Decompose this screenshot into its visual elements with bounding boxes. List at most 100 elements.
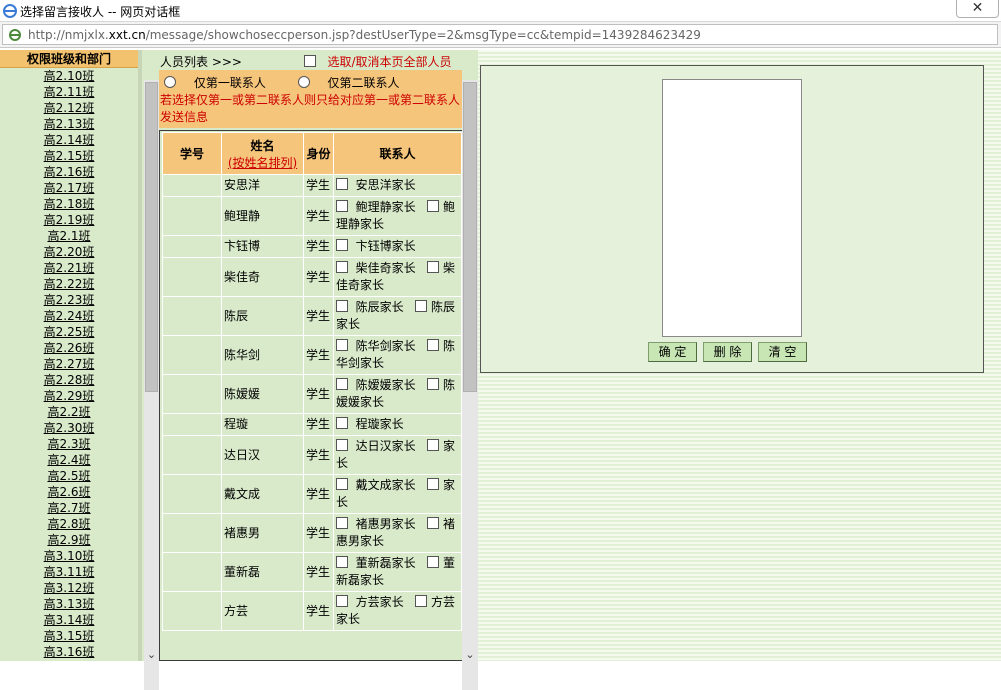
contact-checkbox[interactable] [336,239,348,251]
contact-checkbox[interactable] [427,439,440,451]
student-name-cell: 安思洋 [221,174,304,197]
class-link[interactable]: 高2.11班 [0,84,138,100]
class-link[interactable]: 高2.28班 [0,372,138,388]
contact-checkbox[interactable] [336,178,348,190]
class-link[interactable]: 高2.8班 [0,516,138,532]
class-link[interactable]: 高2.13班 [0,116,138,132]
window-title: 选择留言接收人 -- 网页对话框 [20,5,181,19]
student-name-cell: 陈嫒媛 [221,374,304,414]
class-link[interactable]: 高2.14班 [0,132,138,148]
contact-checkbox[interactable] [427,517,440,529]
col-header-id: 学号 [162,132,222,175]
class-link[interactable]: 高3.14班 [0,612,138,628]
class-link[interactable]: 高2.30班 [0,420,138,436]
class-link[interactable]: 高2.3班 [0,436,138,452]
contact-cell: 方芸家长 方芸家长 [333,591,462,631]
selected-recipients-list[interactable] [662,79,802,337]
contact-checkbox[interactable] [336,556,348,568]
class-link[interactable]: 高2.4班 [0,452,138,468]
col-header-name: 姓名 (按姓名排列) [221,132,304,175]
class-link[interactable]: 高2.16班 [0,164,138,180]
radio-first-contact-button[interactable] [164,76,176,88]
class-link[interactable]: 高3.11班 [0,564,138,580]
contact-checkbox[interactable] [427,261,440,273]
radio-first-contact[interactable]: 仅第一联系人 [164,76,280,90]
contact-checkbox[interactable] [336,417,348,429]
address-bar: http://nmjxlx.xxt.cn/message/showchosecc… [0,22,1001,48]
class-link[interactable]: 高2.1班 [0,228,138,244]
class-link[interactable]: 高2.26班 [0,340,138,356]
contact-checkbox[interactable] [415,595,428,607]
sort-by-name-link[interactable]: (按姓名排列) [222,154,303,171]
class-link[interactable]: 高2.12班 [0,100,138,116]
student-role-cell: 学生 [303,435,334,475]
class-link[interactable]: 高2.5班 [0,468,138,484]
class-link[interactable]: 高2.18班 [0,196,138,212]
class-link[interactable]: 高2.27班 [0,356,138,372]
select-all-toggle[interactable]: 选取/取消本页全部人员 [304,53,452,70]
contact-label: 褚惠男家长 [355,517,416,531]
contact-cell: 董新磊家长 董新磊家长 [333,552,462,592]
contact-checkbox[interactable] [336,517,348,529]
contact-checkbox[interactable] [427,339,440,351]
contact-checkbox[interactable] [427,200,440,212]
contact-label: 鲍理静家长 [355,200,416,214]
student-name-cell: 董新磊 [221,552,304,592]
contact-checkbox[interactable] [427,478,440,490]
scroll-down-icon[interactable]: ⌄ [463,648,477,662]
left-scrollbar[interactable]: ⌄ [144,80,159,690]
contact-checkbox[interactable] [336,378,348,390]
clear-button[interactable]: 清 空 [758,342,807,362]
contact-checkbox[interactable] [415,300,428,312]
class-link[interactable]: 高2.6班 [0,484,138,500]
radio-second-contact[interactable]: 仅第二联系人 [297,76,414,90]
student-role-cell: 学生 [303,174,334,197]
class-link[interactable]: 高2.7班 [0,500,138,516]
contact-cell: 陈华剑家长 陈华剑家长 [333,335,462,375]
class-link[interactable]: 高2.19班 [0,212,138,228]
contact-checkbox[interactable] [336,300,348,312]
class-link[interactable]: 高3.12班 [0,580,138,596]
student-role-cell: 学生 [303,591,334,631]
class-link[interactable]: 高3.10班 [0,548,138,564]
class-link[interactable]: 高2.9班 [0,532,138,548]
table-row: 卞钰博 学生 卞钰博家长 [162,235,462,258]
contact-checkbox[interactable] [427,556,440,568]
select-all-checkbox[interactable] [304,55,316,67]
scroll-thumb[interactable] [463,82,477,392]
contact-checkbox[interactable] [336,595,348,607]
contact-checkbox[interactable] [336,261,348,273]
delete-button[interactable]: 删 除 [703,342,752,362]
ie-icon [3,4,17,18]
class-link[interactable]: 高3.13班 [0,596,138,612]
class-link[interactable]: 高2.29班 [0,388,138,404]
class-link[interactable]: 高2.24班 [0,308,138,324]
close-button[interactable]: ✕ [956,0,999,18]
student-id-cell [162,335,222,375]
class-link[interactable]: 高3.16班 [0,644,138,660]
class-link[interactable]: 高2.2班 [0,404,138,420]
contact-checkbox[interactable] [427,378,440,390]
contact-checkbox[interactable] [336,478,348,490]
contact-checkbox[interactable] [336,339,348,351]
scroll-thumb[interactable] [145,82,158,392]
table-row: 陈辰 学生 陈辰家长 陈辰家长 [162,296,462,336]
contact-checkbox[interactable] [336,439,348,451]
scroll-down-icon[interactable]: ⌄ [145,648,158,662]
url-field[interactable]: http://nmjxlx.xxt.cn/message/showchosecc… [2,24,998,45]
person-table: 学号 姓名 (按姓名排列) 身份 联系人 安思洋 学生 安思洋家长 鲍理静 学生 鲍理静… [162,132,462,631]
class-link[interactable]: 高2.10班 [0,68,138,84]
class-link[interactable]: 高2.17班 [0,180,138,196]
class-link[interactable]: 高2.15班 [0,148,138,164]
class-link[interactable]: 高2.21班 [0,260,138,276]
right-scrollbar[interactable]: ⌄ [462,80,478,690]
class-link[interactable]: 高2.23班 [0,292,138,308]
class-link[interactable]: 高2.25班 [0,324,138,340]
contact-checkbox[interactable] [336,200,348,212]
table-row: 安思洋 学生 安思洋家长 [162,174,462,197]
class-link[interactable]: 高2.22班 [0,276,138,292]
class-link[interactable]: 高2.20班 [0,244,138,260]
class-link[interactable]: 高3.15班 [0,628,138,644]
radio-second-contact-button[interactable] [297,76,310,88]
confirm-button[interactable]: 确 定 [648,342,697,362]
